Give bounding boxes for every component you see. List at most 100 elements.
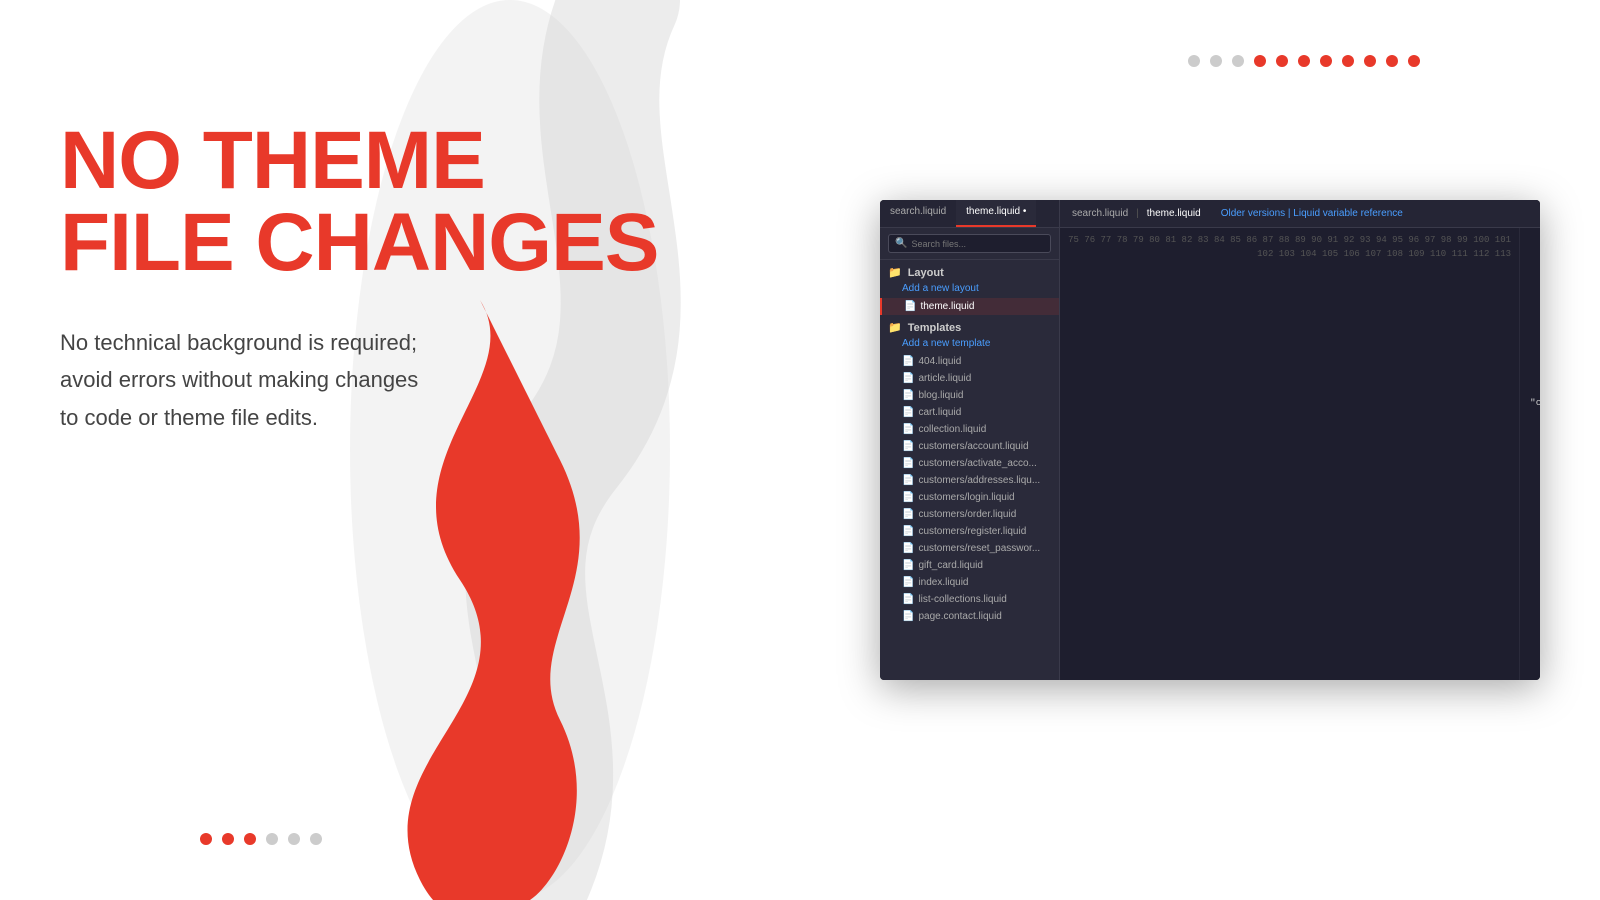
dot-3 — [1232, 55, 1244, 67]
dot-b4 — [266, 833, 278, 845]
search-placeholder: Search files... — [911, 239, 966, 249]
file-list: 📄404.liquid📄article.liquid📄blog.liquid📄c… — [880, 353, 1059, 625]
template-file[interactable]: 📄 customers/register.liquid — [880, 523, 1059, 540]
dot-6 — [1298, 55, 1310, 67]
template-file[interactable]: 📄list-collections.liquid — [880, 591, 1059, 608]
template-file[interactable]: 📄 customers/activate_acco... — [880, 455, 1059, 472]
file-name: customers/register.liquid — [918, 526, 1026, 537]
file-icon: 📄 — [902, 526, 914, 537]
dot-5 — [1276, 55, 1288, 67]
header-tab-search[interactable]: search.liquid — [1072, 208, 1128, 219]
file-icon: 📄 — [902, 475, 914, 486]
file-icon: 📄 — [902, 492, 914, 503]
add-template-link[interactable]: Add a new template — [880, 336, 1059, 353]
file-icon: 📄 — [902, 441, 914, 452]
template-file[interactable]: 📄 article.liquid — [880, 370, 1059, 387]
search-icon: 🔍 — [895, 238, 907, 249]
theme-liquid-file[interactable]: 📄 theme.liquid — [880, 298, 1059, 315]
subtitle-line2: avoid errors without making changes — [60, 367, 418, 392]
header-links[interactable]: Older versions | Liquid variable referen… — [1221, 208, 1403, 219]
dot-8 — [1342, 55, 1354, 67]
file-icon: 📄 — [902, 560, 914, 571]
dot-7 — [1320, 55, 1332, 67]
templates-label: Templates — [908, 322, 962, 334]
template-file[interactable]: 📄 index.liquid — [880, 574, 1059, 591]
file-icon: 📄 — [902, 390, 914, 401]
dots-bottom-left — [200, 833, 322, 845]
file-name: customers/addresses.liqu... — [918, 475, 1040, 486]
file-name: customers/account.liquid — [918, 441, 1028, 452]
folder-icon: 📁 — [888, 266, 902, 279]
dot-b1 — [200, 833, 212, 845]
template-file[interactable]: 📄blog.liquid — [880, 387, 1059, 404]
editor-tab-bar: search.liquid theme.liquid • — [880, 200, 1059, 228]
dot-1 — [1188, 55, 1200, 67]
dot-b3 — [244, 833, 256, 845]
file-icon: 📄 — [902, 577, 914, 588]
file-icon: 📄 — [902, 543, 914, 554]
file-name: index.liquid — [918, 577, 968, 588]
file-name: customers/order.liquid — [918, 509, 1016, 520]
file-icon: 📄 — [902, 509, 914, 520]
code-area: 75 76 77 78 79 80 81 82 83 84 85 86 87 8… — [1060, 228, 1540, 680]
template-file[interactable]: 📄cart.liquid — [880, 404, 1059, 421]
template-file[interactable]: 📄 customers/account.liquid — [880, 438, 1059, 455]
dot-b2 — [222, 833, 234, 845]
templates-folder-icon: 📁 — [888, 321, 902, 334]
tab-theme-liquid[interactable]: theme.liquid • — [956, 200, 1036, 227]
dot-11 — [1408, 55, 1420, 67]
file-icon: 📄 — [902, 373, 914, 384]
file-name: page.contact.liquid — [918, 611, 1001, 622]
template-file[interactable]: 📄 gift_card.liquid — [880, 557, 1059, 574]
file-name: customers/reset_passwor... — [918, 543, 1040, 554]
dot-10 — [1386, 55, 1398, 67]
title-line1: NO THEME — [60, 115, 485, 206]
dot-9 — [1364, 55, 1376, 67]
template-file[interactable]: 📄 customers/login.liquid — [880, 489, 1059, 506]
dots-top-right — [1188, 55, 1420, 67]
subtitle: No technical background is required; avo… — [60, 324, 560, 436]
layout-section-header: 📁 Layout — [880, 260, 1059, 281]
dot-4 — [1254, 55, 1266, 67]
file-name: list-collections.liquid — [918, 594, 1006, 605]
template-file[interactable]: 📄 404.liquid — [880, 353, 1059, 370]
file-icon: 📄 — [902, 424, 914, 435]
file-name: cart.liquid — [918, 407, 961, 418]
editor-sidebar: search.liquid theme.liquid • 🔍 Search fi… — [880, 200, 1060, 680]
templates-section-header: 📁 Templates — [880, 315, 1059, 336]
file-name: customers/activate_acco... — [918, 458, 1036, 469]
template-file[interactable]: 📄 collection.liquid — [880, 421, 1059, 438]
header-tab-theme[interactable]: theme.liquid — [1147, 208, 1201, 219]
template-file[interactable]: 📄 customers/addresses.liqu... — [880, 472, 1059, 489]
file-icon: 📄 — [904, 301, 916, 312]
add-layout-link[interactable]: Add a new layout — [880, 281, 1059, 298]
file-name: 404.liquid — [918, 356, 961, 367]
dot-2 — [1210, 55, 1222, 67]
dot-b6 — [310, 833, 322, 845]
template-file[interactable]: 📄 page.contact.liquid — [880, 608, 1059, 625]
file-name: gift_card.liquid — [918, 560, 982, 571]
file-name: customers/login.liquid — [918, 492, 1014, 503]
tab-search-liquid[interactable]: search.liquid — [880, 200, 956, 227]
file-icon: 📄 — [902, 611, 914, 622]
dot-b5 — [288, 833, 300, 845]
left-content: NO THEME FILE CHANGES No technical backg… — [60, 120, 700, 436]
file-name: article.liquid — [918, 373, 971, 384]
file-name: theme.liquid — [920, 301, 974, 312]
file-icon: 📄 — [902, 458, 914, 469]
editor-main: search.liquid | theme.liquid Older versi… — [1060, 200, 1540, 680]
template-file[interactable]: 📄 customers/order.liquid — [880, 506, 1059, 523]
line-numbers: 75 76 77 78 79 80 81 82 83 84 85 86 87 8… — [1060, 228, 1520, 680]
file-name: collection.liquid — [918, 424, 986, 435]
file-icon: 📄 — [902, 356, 914, 367]
subtitle-line1: No technical background is required; — [60, 330, 417, 355]
title-line2: FILE CHANGES — [60, 197, 658, 288]
subtitle-line3: to code or theme file edits. — [60, 405, 318, 430]
code-content: "c-liquid">{% else %} "c-tag"><a href="/… — [1520, 228, 1540, 680]
editor-code-header: search.liquid | theme.liquid Older versi… — [1060, 200, 1540, 228]
main-title: NO THEME FILE CHANGES — [60, 120, 700, 284]
search-input-display[interactable]: 🔍 Search files... — [888, 234, 1051, 253]
search-area: 🔍 Search files... — [880, 228, 1059, 260]
code-editor: search.liquid theme.liquid • 🔍 Search fi… — [880, 200, 1540, 680]
template-file[interactable]: 📄 customers/reset_passwor... — [880, 540, 1059, 557]
